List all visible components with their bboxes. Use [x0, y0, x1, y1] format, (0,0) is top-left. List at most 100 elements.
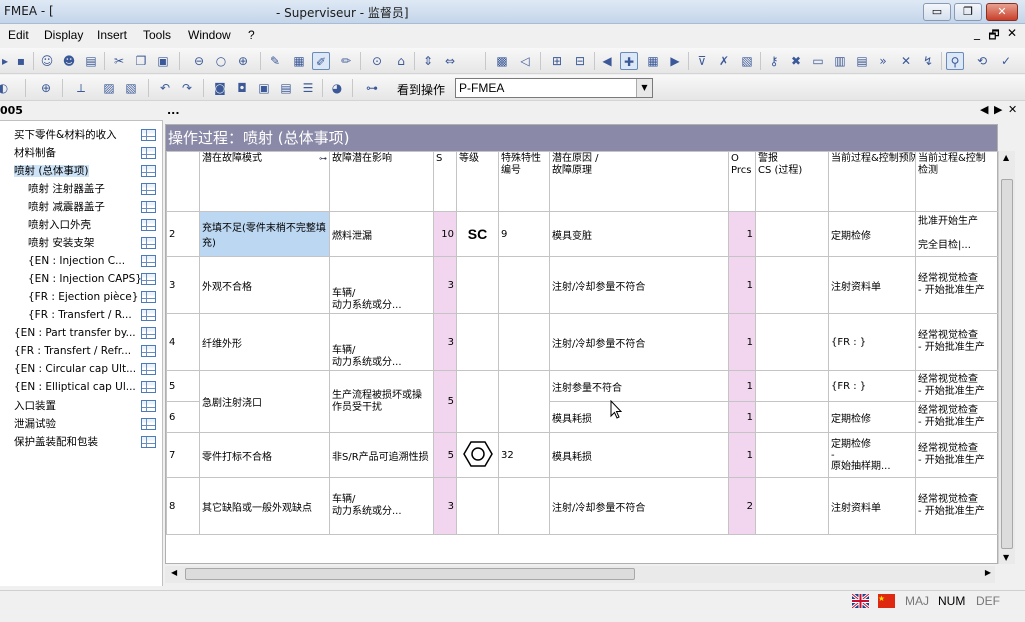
- alert-cell[interactable]: [755, 370, 829, 402]
- table-icon[interactable]: [141, 309, 156, 321]
- mdi-minimize-button[interactable]: _: [969, 26, 985, 40]
- occurrence-cell[interactable]: 1: [728, 211, 756, 257]
- view2-icon[interactable]: ◘: [233, 79, 251, 97]
- detection-cell[interactable]: 经常视觉检查 - 开始批准生产: [915, 432, 999, 478]
- horizontal-scroll-thumb[interactable]: [185, 568, 635, 580]
- cause-cell[interactable]: 模具耗损: [549, 432, 729, 478]
- col-header-special-char[interactable]: 特殊特性 编号: [498, 151, 550, 212]
- structure-down-icon[interactable]: ⊟: [571, 52, 589, 70]
- next-icon[interactable]: ▶: [666, 52, 684, 70]
- horizontal-scrollbar[interactable]: ◀ ▶: [165, 566, 995, 583]
- tree-item[interactable]: {EN : Elliptical cap Ul...: [14, 378, 136, 396]
- row-number[interactable]: 7: [166, 432, 200, 478]
- image-edit-icon[interactable]: ▧: [122, 79, 140, 97]
- tree-item[interactable]: {FR : Transfert / R...: [28, 306, 132, 324]
- tree-item[interactable]: 保护盖装配和包装: [14, 433, 98, 451]
- add-circle-icon[interactable]: ⊕: [37, 79, 55, 97]
- paste-icon[interactable]: ▣: [154, 52, 172, 70]
- row-number[interactable]: 8: [166, 477, 200, 535]
- mdi-restore-button[interactable]: 🗗: [986, 26, 1002, 47]
- tree-item[interactable]: 喷射 安装支架: [28, 234, 94, 252]
- col-header-failure-effect[interactable]: 故障潜在影响: [329, 151, 434, 212]
- failure-mode-cell[interactable]: 零件打标不合格: [199, 432, 330, 478]
- col-header-row-no[interactable]: [166, 151, 200, 212]
- table-icon[interactable]: [141, 129, 156, 141]
- vertical-scroll-thumb[interactable]: [1001, 179, 1013, 549]
- back-icon[interactable]: ◁: [516, 52, 534, 70]
- tree-item[interactable]: 材料制备: [14, 144, 56, 162]
- detection-cell[interactable]: 经常视觉检查 - 开始批准生产: [915, 370, 999, 402]
- severity-cell[interactable]: 5: [433, 370, 457, 433]
- eraser-icon[interactable]: ✏: [337, 52, 355, 70]
- globe-icon[interactable]: ◕: [328, 79, 346, 97]
- tree-item[interactable]: {EN : Injection C...: [28, 252, 125, 270]
- prevention-cell[interactable]: {FR : }: [828, 370, 916, 402]
- tab-prev-button[interactable]: ◀: [980, 103, 988, 116]
- tree-item-selected[interactable]: 喷射 (总体事项): [14, 162, 89, 180]
- failure-mode-cell[interactable]: 急剧注射浇口: [199, 370, 330, 433]
- failure-effect-cell[interactable]: 燃料泄漏: [329, 211, 434, 257]
- col-header-detection[interactable]: 当前过程&控制 检测: [915, 151, 999, 212]
- menu-help[interactable]: ?: [248, 28, 255, 42]
- occurrence-cell[interactable]: 2: [728, 477, 756, 535]
- class-cell[interactable]: [456, 256, 499, 314]
- tree-item[interactable]: 泄漏试验: [14, 415, 56, 433]
- tab-close-button[interactable]: ✕: [1008, 103, 1017, 116]
- table-icon[interactable]: [141, 165, 156, 177]
- delete-icon[interactable]: ✖: [787, 52, 805, 70]
- previous-icon[interactable]: ◀: [598, 52, 616, 70]
- goto-icon[interactable]: ⊶: [363, 79, 381, 97]
- view1-icon[interactable]: ◙: [211, 79, 229, 97]
- class-cell[interactable]: [456, 432, 499, 478]
- special-char-cell[interactable]: [498, 477, 550, 535]
- occurrence-cell[interactable]: 1: [728, 313, 756, 371]
- window-icon[interactable]: ▭: [809, 52, 827, 70]
- occurrence-cell[interactable]: 1: [728, 432, 756, 478]
- special-char-cell[interactable]: 9: [498, 211, 550, 257]
- failure-effect-cell[interactable]: 车辆/ 动力系统或分...: [329, 477, 434, 535]
- zoom-out-icon[interactable]: ⊖: [190, 52, 208, 70]
- move-left-right-icon[interactable]: ⇔: [441, 52, 459, 70]
- alert-cell[interactable]: [755, 313, 829, 371]
- cause-cell[interactable]: 注射/冷却参量不符合: [549, 477, 729, 535]
- tab-next-button[interactable]: ▶: [994, 103, 1002, 116]
- redo-icon[interactable]: ↷: [178, 79, 196, 97]
- structure-icon[interactable]: ⊞: [548, 52, 566, 70]
- severity-cell[interactable]: 3: [433, 313, 457, 371]
- diagram-icon[interactable]: ⟂: [72, 79, 90, 97]
- table-icon[interactable]: [141, 436, 156, 448]
- users-icon[interactable]: ☺: [38, 52, 56, 70]
- image-icon[interactable]: ▨: [100, 79, 118, 97]
- link-icon[interactable]: ⊶: [319, 153, 327, 165]
- view4-icon[interactable]: ▤: [277, 79, 295, 97]
- scroll-right-icon[interactable]: ▶: [985, 568, 991, 577]
- severity-cell[interactable]: 3: [433, 477, 457, 535]
- chevron-down-icon[interactable]: ▼: [636, 79, 652, 97]
- row-number[interactable]: 6: [166, 401, 200, 433]
- failure-mode-cell[interactable]: 纤维外形: [199, 313, 330, 371]
- undo-icon[interactable]: ↶: [156, 79, 174, 97]
- table-icon[interactable]: [141, 418, 156, 430]
- class-cell[interactable]: SC: [456, 211, 499, 257]
- grid-icon[interactable]: ▦: [644, 52, 662, 70]
- close-button[interactable]: ✕: [986, 3, 1018, 21]
- prevention-cell[interactable]: 定期检修: [828, 211, 916, 257]
- tree-item[interactable]: {FR : Ejection pièce}: [28, 288, 138, 306]
- row-number[interactable]: 3: [166, 256, 200, 314]
- check-icon[interactable]: ⊙: [368, 52, 386, 70]
- row-number[interactable]: 2: [166, 211, 200, 257]
- alert-cell[interactable]: [755, 256, 829, 314]
- class-cell[interactable]: [456, 313, 499, 371]
- filter-clear-icon[interactable]: ✗: [715, 52, 733, 70]
- table-icon[interactable]: [141, 147, 156, 159]
- tree-item[interactable]: {FR : Transfert / Refr...: [14, 342, 131, 360]
- view3-icon[interactable]: ▣: [255, 79, 273, 97]
- book-icon[interactable]: ▥: [831, 52, 849, 70]
- row-number[interactable]: 4: [166, 313, 200, 371]
- prevention-cell[interactable]: 注射资料单: [828, 256, 916, 314]
- table-icon[interactable]: [141, 237, 156, 249]
- severity-cell[interactable]: 3: [433, 256, 457, 314]
- detection-cell[interactable]: 经常视觉检查 - 开始批准生产: [915, 477, 999, 535]
- filter-icon[interactable]: ⊽: [693, 52, 711, 70]
- tree-item[interactable]: 喷射入口外壳: [28, 216, 91, 234]
